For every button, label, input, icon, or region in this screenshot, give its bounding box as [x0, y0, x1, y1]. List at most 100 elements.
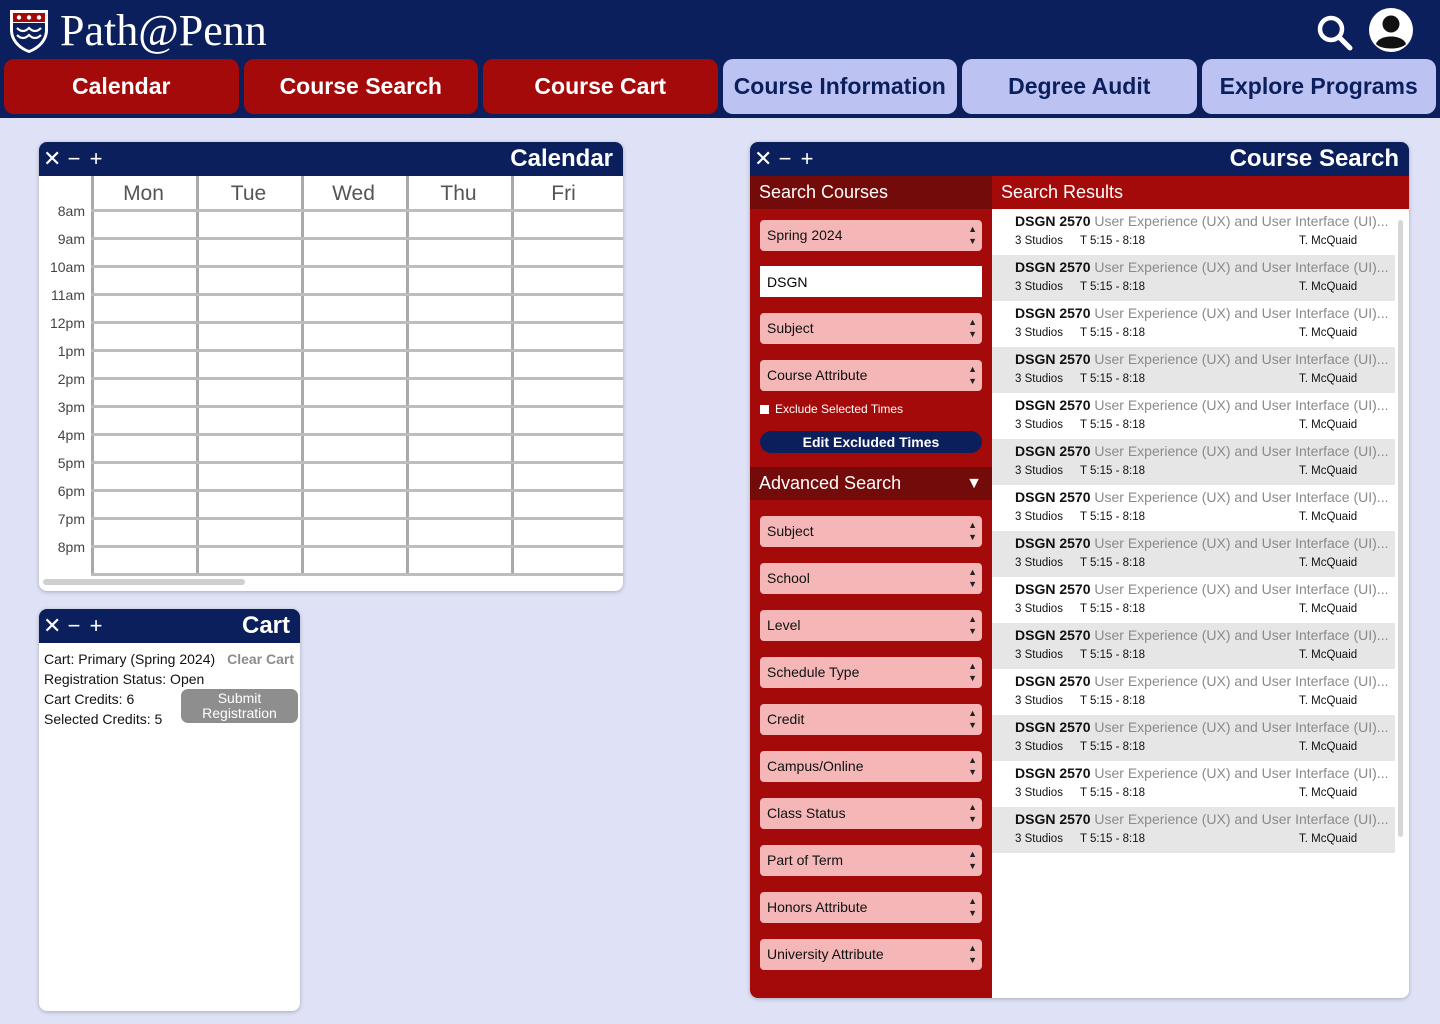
result-instructor: T. McQuaid: [1299, 649, 1358, 661]
search-icon[interactable]: [1314, 12, 1354, 52]
result-row[interactable]: DSGN 2570 User Experience (UX) and User …: [992, 715, 1395, 761]
calendar-time-label: 11am: [51, 287, 85, 303]
result-course-code: DSGN 2570: [1015, 351, 1091, 367]
result-title: DSGN 2570 User Experience (UX) and User …: [1015, 807, 1390, 831]
exclude-times-row: Exclude Selected Times: [760, 402, 903, 416]
close-icon[interactable]: ✕: [43, 615, 61, 637]
select-arrows-icon: ▲ ▼: [968, 364, 977, 386]
close-icon[interactable]: ✕: [754, 148, 772, 170]
calendar-time-label: 1pm: [57, 343, 85, 359]
chevron-down-icon[interactable]: ▼: [966, 467, 982, 500]
advanced-field-honors-attribute[interactable]: Honors Attribute ▲ ▼: [760, 892, 982, 923]
advanced-field-level[interactable]: Level ▲ ▼: [760, 610, 982, 641]
maximize-icon[interactable]: +: [87, 615, 105, 637]
submit-registration-button[interactable]: Submit Registration: [181, 689, 298, 723]
term-select[interactable]: Spring 2024 ▲ ▼: [760, 220, 982, 251]
course-search-title: Course Search: [1229, 145, 1399, 172]
advanced-field-class-status[interactable]: Class Status ▲ ▼: [760, 798, 982, 829]
advanced-search-header[interactable]: Advanced Search ▼: [750, 467, 992, 500]
result-row[interactable]: DSGN 2570 User Experience (UX) and User …: [992, 669, 1395, 715]
minimize-icon[interactable]: −: [65, 148, 83, 170]
select-arrows-icon: ▲ ▼: [968, 943, 977, 965]
course-search-panel: ✕ − + Course Search Search Courses Sprin…: [750, 142, 1409, 998]
minimize-icon[interactable]: −: [65, 615, 83, 637]
course-query-input[interactable]: [760, 266, 982, 297]
minimize-icon[interactable]: −: [776, 148, 794, 170]
calendar-panel-header: ✕ − + Calendar: [39, 142, 623, 176]
result-row[interactable]: DSGN 2570 User Experience (UX) and User …: [992, 807, 1395, 853]
result-title: DSGN 2570 User Experience (UX) and User …: [1015, 393, 1390, 417]
tab-course-cart[interactable]: Course Cart: [483, 59, 718, 114]
calendar-time-label: 2pm: [57, 371, 85, 387]
result-row[interactable]: DSGN 2570 User Experience (UX) and User …: [992, 485, 1395, 531]
result-course-name: User Experience (UX) and User Interface …: [1094, 627, 1389, 643]
result-time: T 5:15 - 8:18: [1080, 603, 1145, 615]
select-arrows-icon: ▲ ▼: [968, 661, 977, 683]
advanced-field-value: Class Status: [767, 805, 846, 821]
tab-calendar[interactable]: Calendar: [4, 59, 239, 114]
result-instructor: T. McQuaid: [1299, 419, 1358, 431]
calendar-column-divider: [301, 176, 304, 576]
result-course-name: User Experience (UX) and User Interface …: [1094, 489, 1389, 505]
tab-degree-audit[interactable]: Degree Audit: [962, 59, 1197, 114]
calendar-grid[interactable]: Mon Tue Wed Thu Fri 8am 9am 10am 11am 12pm 1pm 2pm 3…: [39, 176, 623, 591]
advanced-field-subject[interactable]: Subject ▲ ▼: [760, 516, 982, 547]
advanced-field-university-attribute[interactable]: University Attribute ▲ ▼: [760, 939, 982, 970]
result-meta: 3 Studios T 5:15 - 8:18 T. McQuaid: [1015, 279, 1395, 297]
result-course-name: User Experience (UX) and User Interface …: [1094, 581, 1389, 597]
result-row[interactable]: DSGN 2570 User Experience (UX) and User …: [992, 577, 1395, 623]
results-list: DSGN 2570 User Experience (UX) and User …: [992, 209, 1395, 853]
result-course-code: DSGN 2570: [1015, 581, 1091, 597]
top-bar: Path@Penn Calendar Course Search Course …: [0, 0, 1440, 118]
edit-excluded-times-button[interactable]: Edit Excluded Times: [760, 431, 982, 453]
tab-explore-programs[interactable]: Explore Programs: [1201, 59, 1436, 114]
results-scrollbar[interactable]: [1398, 220, 1403, 837]
calendar-day-header: Thu: [440, 182, 477, 205]
advanced-field-value: Schedule Type: [767, 664, 860, 680]
advanced-field-part-of-term[interactable]: Part of Term ▲ ▼: [760, 845, 982, 876]
result-instructor: T. McQuaid: [1299, 511, 1358, 523]
advanced-field-value: Honors Attribute: [767, 899, 868, 915]
subject-select[interactable]: Subject ▲ ▼: [760, 313, 982, 344]
result-row[interactable]: DSGN 2570 User Experience (UX) and User …: [992, 623, 1395, 669]
calendar-scrollbar[interactable]: [43, 579, 245, 585]
result-row[interactable]: DSGN 2570 User Experience (UX) and User …: [992, 301, 1395, 347]
clear-cart-button[interactable]: Clear Cart: [227, 649, 294, 669]
exclude-times-checkbox[interactable]: [760, 404, 769, 414]
result-row[interactable]: DSGN 2570 User Experience (UX) and User …: [992, 761, 1395, 807]
user-avatar-icon[interactable]: [1368, 7, 1414, 53]
maximize-icon[interactable]: +: [798, 148, 816, 170]
advanced-field-campus-online[interactable]: Campus/Online ▲ ▼: [760, 751, 982, 782]
course-attribute-select[interactable]: Course Attribute ▲ ▼: [760, 360, 982, 391]
calendar-day-header: Tue: [230, 182, 267, 205]
tab-course-information[interactable]: Course Information: [722, 59, 957, 114]
maximize-icon[interactable]: +: [87, 148, 105, 170]
select-arrows-icon: ▲ ▼: [968, 802, 977, 824]
result-format: 3 Studios: [1015, 649, 1063, 661]
result-course-code: DSGN 2570: [1015, 305, 1091, 321]
calendar-day-header: Mon: [123, 182, 164, 205]
result-row[interactable]: DSGN 2570 User Experience (UX) and User …: [992, 209, 1395, 255]
close-icon[interactable]: ✕: [43, 148, 61, 170]
result-row[interactable]: DSGN 2570 User Experience (UX) and User …: [992, 439, 1395, 485]
result-instructor: T. McQuaid: [1299, 787, 1358, 799]
result-time: T 5:15 - 8:18: [1080, 373, 1145, 385]
result-row[interactable]: DSGN 2570 User Experience (UX) and User …: [992, 393, 1395, 439]
result-row[interactable]: DSGN 2570 User Experience (UX) and User …: [992, 347, 1395, 393]
advanced-field-schedule-type[interactable]: Schedule Type ▲ ▼: [760, 657, 982, 688]
result-format: 3 Studios: [1015, 511, 1063, 523]
result-course-code: DSGN 2570: [1015, 627, 1091, 643]
brand[interactable]: Path@Penn: [8, 6, 267, 56]
result-instructor: T. McQuaid: [1299, 833, 1358, 845]
tab-course-search[interactable]: Course Search: [243, 59, 478, 114]
result-meta: 3 Studios T 5:15 - 8:18 T. McQuaid: [1015, 371, 1395, 389]
result-format: 3 Studios: [1015, 281, 1063, 293]
result-row[interactable]: DSGN 2570 User Experience (UX) and User …: [992, 255, 1395, 301]
advanced-field-credit[interactable]: Credit ▲ ▼: [760, 704, 982, 735]
result-course-code: DSGN 2570: [1015, 673, 1091, 689]
advanced-field-value: Campus/Online: [767, 758, 864, 774]
select-arrows-icon: ▲ ▼: [968, 849, 977, 871]
calendar-hour-line: [91, 237, 623, 240]
advanced-field-school[interactable]: School ▲ ▼: [760, 563, 982, 594]
result-row[interactable]: DSGN 2570 User Experience (UX) and User …: [992, 531, 1395, 577]
